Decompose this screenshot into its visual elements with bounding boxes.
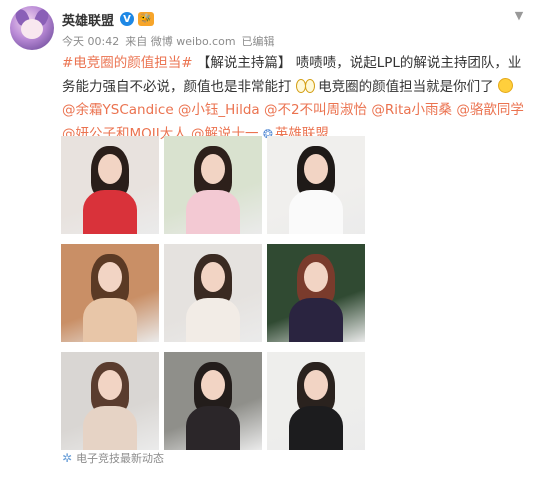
photo-thumbnail[interactable] [164, 352, 262, 450]
person-outfit [289, 298, 343, 342]
mention-link[interactable]: @Rita小雨桑 [371, 102, 452, 118]
person-outfit [83, 190, 137, 234]
person-face [98, 370, 122, 400]
photo-thumbnail[interactable] [164, 244, 262, 342]
photo-thumbnail[interactable] [164, 136, 262, 234]
person-outfit [289, 190, 343, 234]
person-face [98, 262, 122, 292]
photo-thumbnail[interactable] [267, 136, 365, 234]
author-name[interactable]: 英雄联盟 [62, 10, 114, 29]
smile-emoji-icon [497, 77, 513, 93]
avatar-face [21, 19, 43, 39]
person-face [201, 370, 225, 400]
post-tag: 【解说主持篇】 [196, 55, 292, 71]
person-outfit [289, 406, 343, 450]
photo-thumbnail[interactable] [61, 136, 159, 234]
post-source[interactable]: 微博 weibo.com [151, 35, 236, 48]
verified-badge-icon[interactable]: V [120, 12, 135, 26]
mention-link[interactable]: @不2不叫周淑怡 [264, 102, 367, 118]
person-face [304, 262, 328, 292]
edited-label[interactable]: 已编辑 [242, 33, 275, 49]
photo-grid [61, 136, 366, 450]
post-time[interactable]: 今天 00:42 [62, 33, 119, 49]
person-face [304, 154, 328, 184]
photo-thumbnail[interactable] [61, 352, 159, 450]
hashtag-link[interactable]: #电竞圈的颜值担当# [62, 55, 193, 71]
chevron-down-icon[interactable]: ▼ [512, 9, 526, 22]
person-outfit [83, 406, 137, 450]
app-name-link[interactable]: 电子竞技最新动态 [76, 450, 164, 466]
person-face [98, 154, 122, 184]
author-row: 英雄联盟 V 🐝 [62, 10, 155, 29]
photo-thumbnail[interactable] [61, 244, 159, 342]
mention-link[interactable]: @小钰_Hilda [178, 102, 260, 118]
post-footer: ✲ 电子竞技最新动态 [62, 450, 164, 466]
mention-link[interactable]: @骆歆同学 [456, 102, 524, 118]
app-icon: ✲ [62, 451, 73, 465]
author-avatar[interactable] [10, 6, 54, 50]
post-text: #电竞圈的颜值担当# 【解说主持篇】 啧啧啧，说起LPL的解说主持团队，业务能力… [62, 52, 524, 146]
person-outfit [83, 298, 137, 342]
person-outfit [186, 298, 240, 342]
post-body-2: 电竞圈的颜值担当就是你们了 [318, 78, 494, 95]
person-face [201, 154, 225, 184]
post-meta: 今天 00:42 来自 微博 weibo.com 已编辑 [62, 33, 275, 49]
mention-link[interactable]: @余霜YSCandice [62, 102, 174, 118]
photo-thumbnail[interactable] [267, 352, 365, 450]
member-badge-icon[interactable]: 🐝 [138, 12, 155, 26]
person-face [201, 262, 225, 292]
person-face [304, 370, 328, 400]
eyes-emoji-icon [295, 78, 315, 93]
source-prefix: 来自 [125, 35, 148, 48]
photo-thumbnail[interactable] [267, 244, 365, 342]
person-outfit [186, 190, 240, 234]
person-outfit [186, 406, 240, 450]
